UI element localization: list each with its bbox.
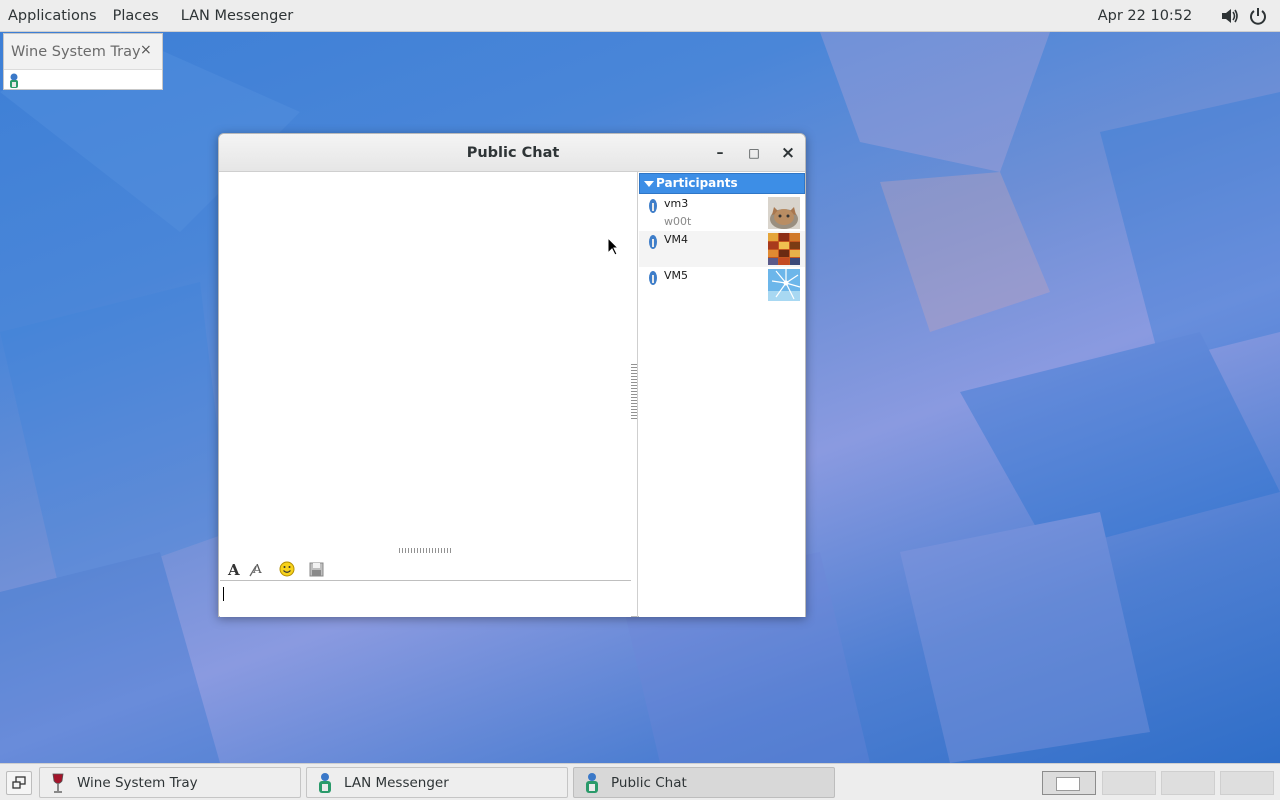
participants-header[interactable]: Participants xyxy=(639,173,805,194)
participant-name: vm3 xyxy=(664,197,689,210)
chat-toolbar: A A xyxy=(220,557,630,581)
workspace-3[interactable] xyxy=(1161,771,1215,795)
top-panel: Applications Places LAN Messenger Apr 22… xyxy=(0,0,1280,32)
task-label: LAN Messenger xyxy=(344,774,449,791)
lan-messenger-icon xyxy=(586,772,598,793)
task-label: Public Chat xyxy=(611,774,687,791)
minimize-button[interactable]: – xyxy=(710,143,730,163)
speaker-icon[interactable] xyxy=(1220,7,1240,25)
expand-triangle-icon xyxy=(644,181,654,187)
online-status-icon xyxy=(649,271,657,285)
wine-system-tray-window: Wine System Tray × xyxy=(3,33,163,90)
font-icon[interactable]: A xyxy=(225,559,245,579)
task-wine-system-tray[interactable]: Wine System Tray xyxy=(39,767,301,798)
online-status-icon xyxy=(649,199,657,213)
participant-name: VM4 xyxy=(664,233,689,246)
message-input[interactable] xyxy=(220,580,631,617)
online-status-icon xyxy=(649,235,657,249)
smiley-icon[interactable] xyxy=(277,559,297,579)
avatar xyxy=(768,197,800,229)
task-lan-messenger[interactable]: LAN Messenger xyxy=(306,767,568,798)
lan-messenger-icon xyxy=(319,772,331,793)
participant-status: w00t xyxy=(664,215,692,228)
task-label: Wine System Tray xyxy=(77,774,198,791)
applications-menu[interactable]: Applications xyxy=(0,0,105,32)
workspace-4[interactable] xyxy=(1220,771,1274,795)
avatar xyxy=(768,269,800,301)
pane-divider xyxy=(637,172,638,617)
workspace-2[interactable] xyxy=(1102,771,1156,795)
tray-close-button[interactable]: × xyxy=(140,42,152,58)
show-desktop-button[interactable] xyxy=(6,771,32,795)
lan-messenger-menu[interactable]: LAN Messenger xyxy=(173,0,302,32)
svg-text:A: A xyxy=(227,561,240,577)
text-caret xyxy=(223,587,224,601)
places-menu[interactable]: Places xyxy=(105,0,167,32)
maximize-button[interactable]: □ xyxy=(744,143,764,163)
horizontal-splitter-handle[interactable] xyxy=(399,548,451,553)
power-icon[interactable] xyxy=(1249,7,1267,25)
avatar xyxy=(768,233,800,265)
lan-messenger-tray-icon[interactable] xyxy=(7,73,21,89)
font-color-icon[interactable]: A xyxy=(248,559,268,579)
participant-row[interactable]: VM4 xyxy=(639,231,805,267)
workspace-1[interactable] xyxy=(1042,771,1096,795)
participants-header-label: Participants xyxy=(656,176,738,190)
participant-row[interactable]: vm3 w00t xyxy=(639,195,805,231)
mouse-cursor-icon xyxy=(607,237,619,256)
clock[interactable]: Apr 22 10:52 xyxy=(1090,0,1200,32)
public-chat-window: Public Chat – □ × A A Participants vm3 w… xyxy=(218,133,806,617)
tray-titlebar: Wine System Tray xyxy=(4,34,162,70)
wine-glass-icon xyxy=(52,773,64,793)
save-icon[interactable] xyxy=(306,559,326,579)
bottom-taskbar: Wine System Tray LAN Messenger Public Ch… xyxy=(0,763,1280,800)
show-desktop-icon xyxy=(12,776,26,789)
message-history[interactable] xyxy=(220,172,630,546)
participant-row[interactable]: VM5 xyxy=(639,267,805,303)
task-public-chat[interactable]: Public Chat xyxy=(573,767,835,798)
participants-panel: Participants vm3 w00t VM4 VM5 xyxy=(639,172,805,617)
tray-title: Wine System Tray xyxy=(11,43,141,60)
close-button[interactable]: × xyxy=(778,143,798,163)
window-titlebar[interactable]: Public Chat – □ × xyxy=(219,134,805,172)
participant-name: VM5 xyxy=(664,269,689,282)
